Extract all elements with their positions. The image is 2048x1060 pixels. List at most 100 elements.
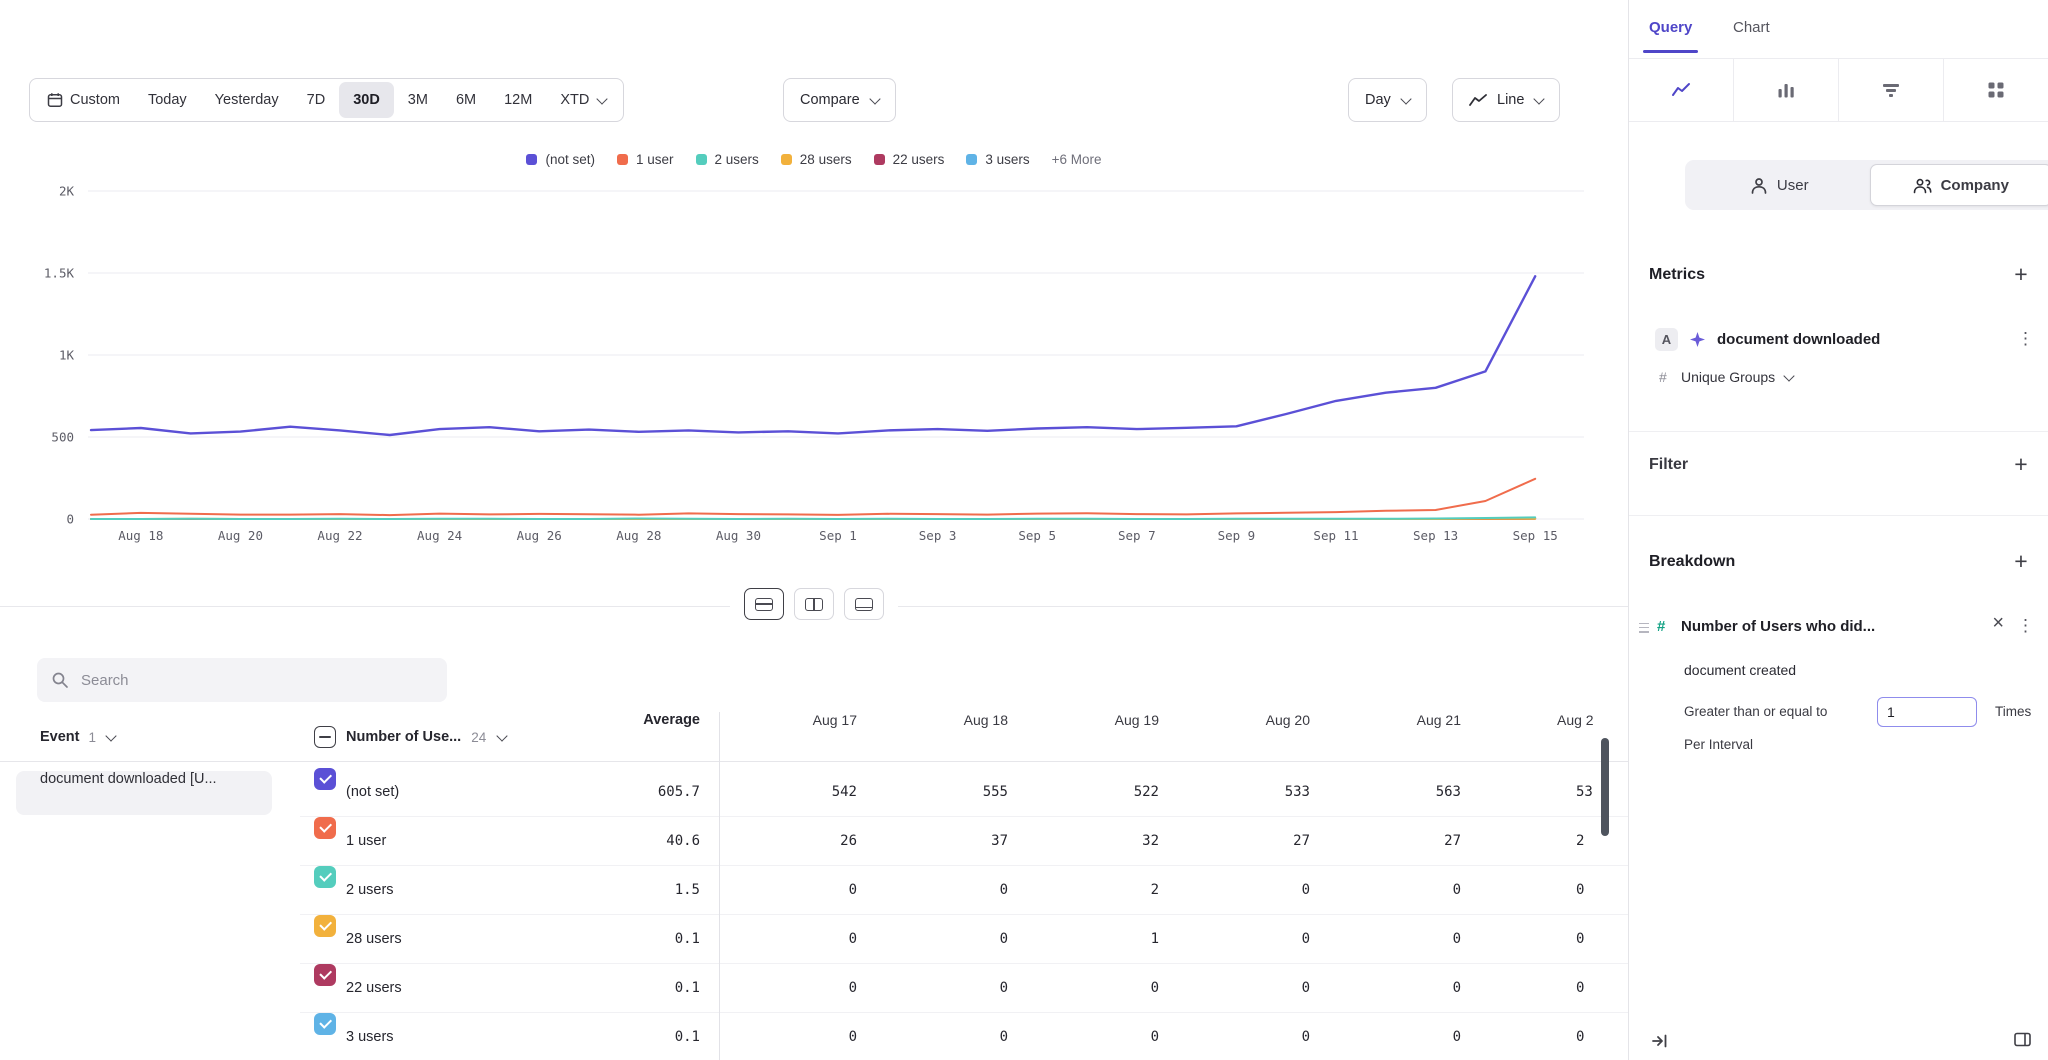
search-input[interactable] [79, 671, 433, 690]
row-checkbox[interactable] [314, 964, 336, 986]
metric-kebab-icon[interactable]: ⋮ [2017, 330, 2034, 347]
layout-toggle-split-horizontal[interactable] [744, 588, 784, 620]
viz-more-charts-tab[interactable] [1943, 59, 2048, 121]
row-checkbox[interactable] [314, 768, 336, 790]
select-all-checkbox[interactable] [314, 726, 336, 748]
chart-type-button[interactable]: Line [1452, 78, 1560, 122]
per-interval-label: Per Interval [1684, 737, 1753, 752]
add-breakdown-button[interactable]: + [2008, 548, 2034, 575]
row-value: 0 [868, 915, 1008, 964]
y-tick-label: 500 [51, 430, 74, 445]
row-checkbox[interactable] [314, 915, 336, 937]
legend-item[interactable]: 22 users [874, 152, 945, 167]
range-yesterday[interactable]: Yesterday [201, 82, 293, 118]
breakdown-kebab-icon[interactable]: ⋮ [2017, 617, 2034, 634]
row-value-clipped: 0 [1576, 964, 1584, 1013]
measure-selector[interactable]: Unique Groups [1681, 369, 1793, 385]
viz-type-tabs [1629, 58, 2048, 122]
legend-item[interactable]: 2 users [696, 152, 759, 167]
range-3m[interactable]: 3M [394, 82, 442, 118]
group-count: 24 [471, 730, 486, 745]
series-line [91, 517, 1535, 519]
legend-item[interactable]: 28 users [781, 152, 852, 167]
range-label: 30D [353, 92, 380, 108]
legend-swatch [966, 154, 977, 165]
table-row: 22 users0.1000000 [300, 964, 1628, 1013]
legend-item[interactable]: 3 users [966, 152, 1029, 167]
x-tick-label: Sep 1 [819, 528, 857, 543]
metric-event-name[interactable]: document downloaded [1717, 331, 1880, 348]
row-value: 0 [868, 964, 1008, 1013]
layout-toggle-split-vertical[interactable] [794, 588, 834, 620]
chart-legend: (not set) 1 user 2 users 28 users 22 users 3 … [0, 152, 1628, 167]
range-xtd[interactable]: XTD [546, 82, 620, 118]
add-filter-button[interactable]: + [2008, 451, 2034, 478]
breakdown-condition[interactable]: Greater than or equal to [1684, 704, 1827, 719]
date-range-group: CustomToday Yesterday 7D 30D 3M 6M12MXTD [29, 78, 624, 122]
tab-chart[interactable]: Chart [1733, 19, 1770, 36]
row-label: 28 users [346, 915, 402, 964]
viz-bar-chart-tab[interactable] [1733, 59, 1838, 121]
row-average: 0.1 [540, 915, 700, 964]
range-custom[interactable]: Custom [33, 82, 134, 118]
collapse-panel-icon[interactable] [1651, 1032, 1669, 1050]
row-average: 605.7 [540, 768, 700, 817]
entity-user[interactable]: User [1689, 164, 1870, 206]
entity-company[interactable]: Company [1870, 164, 2048, 206]
row-value: 27 [1170, 817, 1310, 866]
metrics-title: Metrics [1649, 266, 1705, 284]
row-checkbox[interactable] [314, 866, 336, 888]
viz-funnel-tab[interactable] [1838, 59, 1943, 121]
row-value: 522 [1019, 768, 1159, 817]
breakdown-event[interactable]: document created [1684, 662, 1796, 678]
breakdown-property[interactable]: Number of Users who did... [1681, 618, 1875, 635]
event-column-header[interactable]: Event 1 [40, 712, 115, 762]
vertical-scrollbar-thumb[interactable] [1601, 738, 1609, 836]
range-7d[interactable]: 7D [293, 82, 340, 118]
section-divider [1629, 431, 2048, 432]
row-checkbox[interactable] [314, 1013, 336, 1035]
viz-line-chart-tab[interactable] [1629, 59, 1733, 121]
legend-item[interactable]: 1 user [617, 152, 674, 167]
row-value: 0 [1019, 964, 1159, 1013]
range-label: 3M [408, 92, 428, 108]
y-tick-label: 1.5K [44, 266, 75, 281]
legend-label: 2 users [715, 152, 759, 167]
app-root: 05001K1.5K2KAug 18Aug 20Aug 22Aug 24Aug … [0, 0, 2048, 1060]
close-icon[interactable]: × [1992, 613, 2004, 633]
range-6m[interactable]: 6M [442, 82, 490, 118]
row-checkbox[interactable] [314, 817, 336, 839]
panel-toggle-icon[interactable] [2013, 1030, 2032, 1049]
drag-handle-icon[interactable] [1639, 620, 1649, 635]
range-today[interactable]: Today [134, 82, 201, 118]
row-value: 533 [1170, 768, 1310, 817]
row-value-clipped: 0 [1576, 915, 1584, 964]
tab-query[interactable]: Query [1649, 19, 1692, 36]
row-value: 0 [1321, 866, 1461, 915]
split-horizontal-icon [755, 598, 773, 611]
legend-more[interactable]: +6 More [1052, 152, 1102, 167]
range-12m[interactable]: 12M [490, 82, 546, 118]
y-tick-label: 1K [59, 348, 75, 363]
event-count: 1 [89, 730, 97, 745]
legend-swatch [696, 154, 707, 165]
row-value: 555 [868, 768, 1008, 817]
range-label: Yesterday [215, 92, 279, 108]
hash-icon: # [1657, 618, 1665, 635]
group-column-header[interactable]: Number of Use... 24 [314, 712, 506, 762]
event-list-item[interactable]: document downloaded [U... [16, 771, 272, 815]
range-30d[interactable]: 30D [339, 82, 394, 118]
compare-button[interactable]: Compare [783, 78, 896, 122]
y-tick-label: 0 [66, 512, 74, 527]
group-header-label: Number of Use... [346, 729, 461, 745]
legend-item[interactable]: (not set) [526, 152, 595, 167]
granularity-button[interactable]: Day [1348, 78, 1427, 122]
series-line [91, 276, 1535, 435]
times-value-input[interactable] [1877, 697, 1977, 727]
x-tick-label: Aug 20 [218, 528, 263, 543]
x-tick-label: Aug 22 [317, 528, 362, 543]
row-value: 26 [717, 817, 857, 866]
layout-toggle-bottom-panel[interactable] [844, 588, 884, 620]
grid-icon [1986, 80, 2006, 100]
add-metric-button[interactable]: + [2008, 261, 2034, 288]
